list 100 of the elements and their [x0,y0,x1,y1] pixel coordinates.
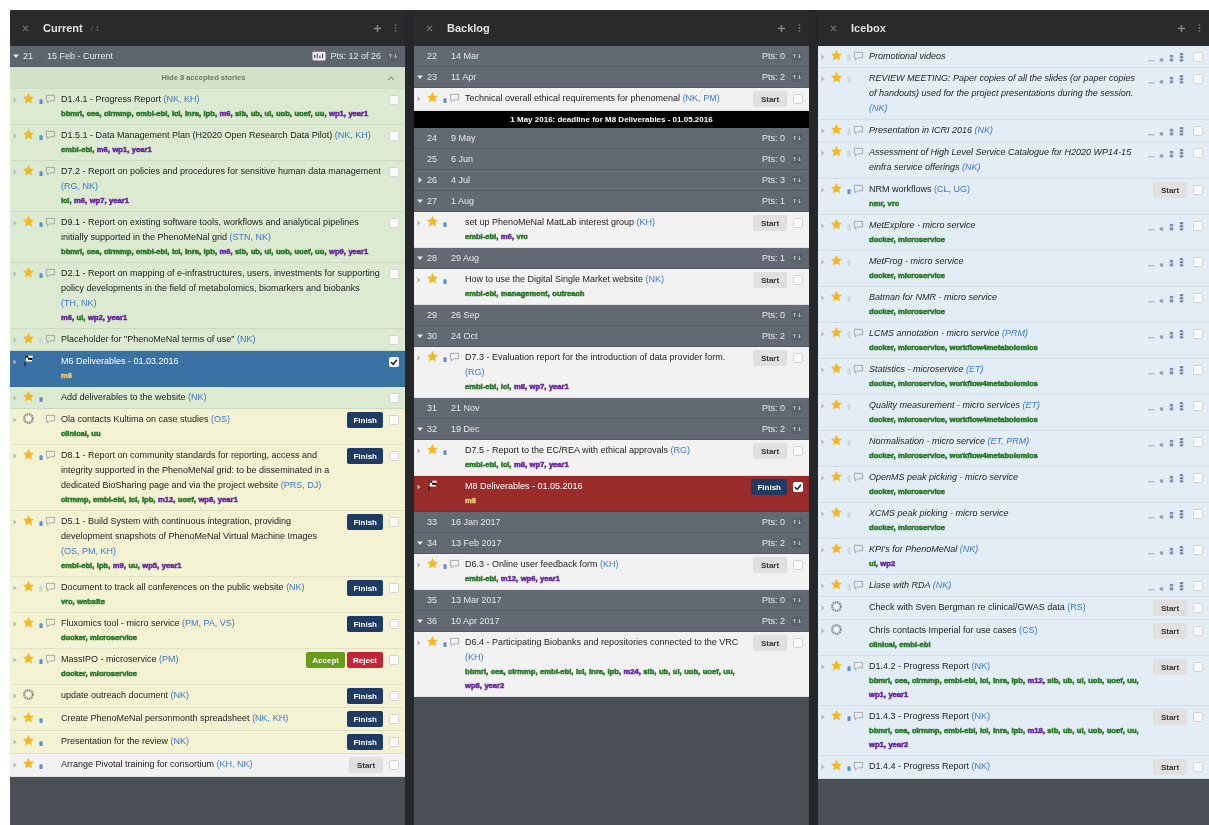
expand-arrow-icon[interactable] [417,177,423,183]
story-action-button[interactable]: Start [753,635,787,651]
story-title[interactable]: D6.3 - Online user feedback form (KH) [465,557,747,572]
select-checkbox[interactable] [1193,185,1203,195]
story-title[interactable]: D1.4.1 - Progress Report (NK, KH) [61,92,383,107]
story-title[interactable]: Document to track all conferences on the public website (NK) [61,580,342,595]
estimate-option-icon[interactable] [1168,75,1175,84]
menu-icon[interactable] [1198,23,1201,33]
estimate-option-icon[interactable] [1178,438,1185,447]
owner-link[interactable]: (RG, NK) [61,181,98,191]
iteration-toggle-icon[interactable] [791,72,803,82]
select-checkbox[interactable] [1193,762,1203,772]
owner-link[interactable]: (ET, PRM) [987,436,1030,446]
collapse-arrow-icon[interactable] [13,53,19,59]
story-title[interactable]: KPI's for PhenoMeNal (NK) [869,542,1142,557]
collapse-arrow-icon[interactable] [417,426,423,432]
story-title[interactable]: D9.1 - Report on existing software tools, workflows and analytical pipelines initially supported in the PhenoMeNal grid (STN, NK) [61,215,383,245]
estimate-option-icon[interactable] [1178,222,1185,231]
owner-link[interactable]: (KH, NK) [216,759,253,769]
iteration-toggle-icon[interactable] [791,424,803,434]
owner-link[interactable]: (PM, PA, VS) [182,618,235,628]
owner-link[interactable]: (RG) [465,367,485,377]
estimate-option-icon[interactable] [1178,366,1185,375]
comment-icon[interactable] [449,559,460,569]
iteration-toggle-icon[interactable] [791,51,803,61]
owner-link[interactable]: (NK) [974,125,994,135]
owner-link[interactable]: (NK, KH) [252,713,289,723]
comment-icon[interactable] [853,580,864,590]
estimate-option-icon[interactable] [1168,474,1175,483]
story-action-button[interactable]: Finish [347,448,383,464]
story-row[interactable]: Promotional videos [818,46,1209,68]
menu-icon[interactable] [798,23,801,33]
select-checkbox[interactable] [1193,603,1203,613]
iteration-toggle-icon[interactable] [791,616,803,626]
add-icon[interactable] [373,23,382,33]
select-checkbox[interactable] [389,619,399,629]
story-row[interactable]: Liase with RDA (NK) [818,575,1209,597]
select-checkbox[interactable] [389,131,399,141]
estimate-option-icon[interactable] [1178,75,1185,84]
comment-icon[interactable] [45,618,56,628]
story-title[interactable]: Chris contacts Imperial for use cases (CS) [869,623,1147,638]
select-checkbox[interactable] [389,583,399,593]
comment-icon[interactable] [853,147,864,157]
estimate-option-icon[interactable] [1168,222,1175,231]
story-title[interactable]: Arrange Pivotal training for consortium (KH, NK) [61,757,343,772]
story-action-button[interactable]: Start [753,557,787,573]
select-checkbox[interactable] [793,446,803,456]
story-row[interactable]: Technical overall ethical requirements for phenomenal (NK, PM) Start [414,88,809,111]
owner-link[interactable]: (NK) [170,690,190,700]
owner-link[interactable]: (PRM) [1002,328,1029,338]
estimate-option-icon[interactable] [1168,53,1175,62]
story-title[interactable]: XCMS peak picking - micro service [869,506,1142,521]
select-checkbox[interactable] [389,451,399,461]
estimate-option-icon[interactable] [1178,582,1185,591]
story-title[interactable]: D1.4.2 - Progress Report (NK) [869,659,1147,674]
select-checkbox[interactable] [389,691,399,701]
story-title[interactable]: LCMS annotation - micro service (PRM) [869,326,1142,341]
estimate-option-icon[interactable] [1168,546,1175,555]
estimate-option-icon[interactable] [1178,294,1185,303]
story-row[interactable]: Presentation for the review (NK) Finish [10,731,405,754]
story-action-button[interactable]: Finish [347,734,383,750]
story-title[interactable]: set up PhenoMeNal MatLab interest group (KH) [465,215,747,230]
iteration-header[interactable]: 22 14 Mar Pts: 0 [414,46,809,67]
comment-icon[interactable] [449,352,460,362]
comment-icon[interactable] [853,761,864,771]
owner-link[interactable]: (NK) [188,392,207,402]
story-title[interactable]: update outreach document (NK) [61,688,342,703]
select-checkbox[interactable] [1193,126,1203,136]
iteration-header[interactable]: 28 29 Aug Pts: 1 [414,248,809,269]
estimate-option-icon[interactable] [1168,330,1175,339]
estimate-option-icon[interactable] [1178,474,1185,483]
story-title[interactable]: Batman for NMR - micro service [869,290,1142,305]
owner-link[interactable]: (OS) [211,414,231,424]
comment-icon[interactable] [45,582,56,592]
comment-icon[interactable] [449,93,460,103]
select-checkbox[interactable] [389,335,399,345]
select-checkbox[interactable] [1193,293,1203,303]
story-action-button[interactable]: Start [753,215,787,231]
owner-link[interactable]: (KH) [465,652,484,662]
comment-icon[interactable] [45,268,56,278]
comment-icon[interactable] [853,711,864,721]
close-icon[interactable] [830,24,837,32]
select-checkbox[interactable] [1193,52,1203,62]
select-checkbox[interactable] [389,517,399,527]
comment-icon[interactable] [853,125,864,135]
select-checkbox[interactable] [389,655,399,665]
iteration-header[interactable]: 31 21 Nov Pts: 0 [414,398,809,419]
owner-link[interactable]: (ET) [1022,400,1041,410]
owner-link[interactable]: (CS) [1019,625,1038,635]
estimate-option-icon[interactable] [1178,258,1185,267]
iteration-toggle-icon[interactable] [387,51,399,61]
iteration-header[interactable]: 36 10 Apr 2017 Pts: 2 [414,611,809,632]
story-title[interactable]: Ola contacts Kultima on case studies (OS) [61,412,342,427]
iteration-header[interactable]: 29 26 Sep Pts: 0 [414,305,809,326]
close-icon[interactable] [426,24,433,32]
select-checkbox[interactable] [1193,365,1203,375]
owner-link[interactable]: (NK) [932,580,952,590]
owner-link[interactable]: (RG) [670,445,691,455]
iteration-header[interactable]: 21 15 Feb - Current Pts: 12 of 26 [10,46,405,67]
estimate-option-icon[interactable] [1168,149,1175,158]
